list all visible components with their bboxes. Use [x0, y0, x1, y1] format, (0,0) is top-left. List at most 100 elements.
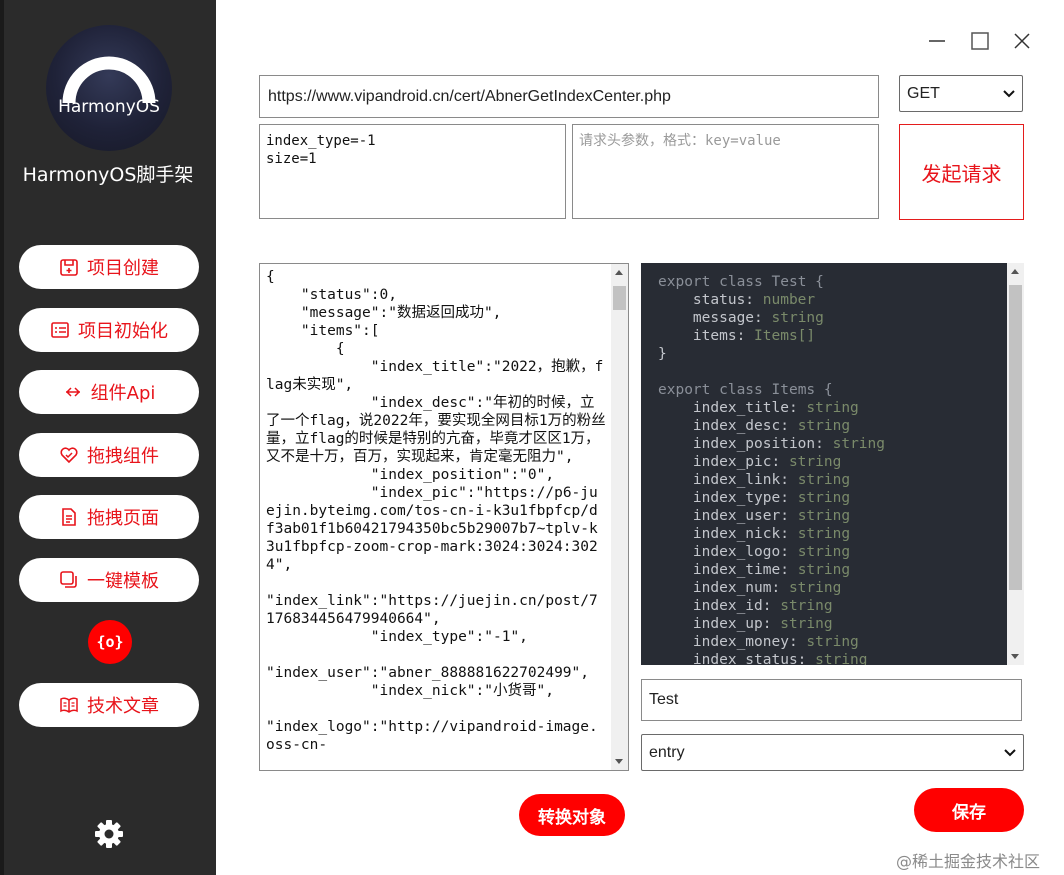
harmonyos-logo: HarmonyOS [46, 25, 172, 151]
drag-component-icon [59, 445, 79, 465]
close-icon[interactable] [1011, 30, 1033, 52]
sidebar-item-label: 项目创建 [87, 258, 159, 279]
scroll-thumb[interactable] [613, 286, 626, 310]
project-create-icon [59, 257, 79, 277]
logo-text: HarmonyOS [58, 97, 160, 117]
code-line: index_user: string [658, 507, 885, 525]
code-token: items: [658, 328, 755, 344]
code-token: export class [658, 274, 772, 290]
code-line: message: string [658, 309, 885, 327]
code-token: index_type: [658, 490, 798, 506]
code-line: index_id: string [658, 597, 885, 615]
method-select[interactable]: GET [899, 75, 1023, 112]
code-token: status: [658, 292, 763, 308]
send-request-button[interactable]: 发起请求 [899, 124, 1024, 220]
scroll-down-arrow-icon[interactable] [615, 759, 623, 764]
method-value: GET [907, 84, 940, 102]
code-token: index_up: [658, 616, 781, 632]
maximize-icon[interactable] [969, 30, 991, 52]
component-api-icon [63, 382, 83, 402]
code-line: index_type: string [658, 489, 885, 507]
sidebar-item-label: 一键模板 [87, 571, 159, 592]
drag-page-icon [59, 507, 79, 527]
code-token: string [780, 616, 833, 632]
sidebar-item-label: 拖拽页面 [87, 508, 159, 529]
code-token: number [762, 292, 816, 308]
sidebar-item-drag-component[interactable]: 拖拽组件 [19, 433, 199, 477]
scroll-up-arrow-icon[interactable] [615, 270, 623, 275]
code-token: index_money: [658, 634, 807, 650]
code-line: index_num: string [658, 579, 885, 597]
code-line: items: Items[] [658, 327, 885, 345]
sidebar-item-project-create[interactable]: 项目创建 [19, 245, 199, 289]
code-token: index_link: [658, 472, 798, 488]
code-token: string [806, 400, 859, 416]
response-json-text: { "status":0, "message":"数据返回成功", "items… [266, 269, 606, 753]
code-token: string [815, 652, 868, 665]
project-init-icon [50, 320, 70, 340]
gear-icon[interactable] [92, 817, 126, 851]
response-json-textarea[interactable]: { "status":0, "message":"数据返回成功", "items… [259, 263, 629, 771]
code-token: string [797, 418, 851, 434]
code-token: index_time: [658, 562, 798, 578]
code-output-panel[interactable]: export class Test { status: number messa… [641, 263, 1024, 665]
scroll-down-arrow-icon[interactable] [1011, 654, 1019, 659]
code-scrollbar[interactable] [1007, 263, 1024, 665]
code-line: status: number [658, 291, 885, 309]
code-line: index_nick: string [658, 525, 885, 543]
code-token: index_logo: [658, 544, 798, 560]
code-token: Test [771, 274, 807, 290]
entry-select[interactable]: entry [641, 734, 1024, 771]
code-token: message: [658, 310, 772, 326]
url-input[interactable]: https://www.vipandroid.cn/cert/AbnerGetI… [259, 75, 879, 118]
code-line: export class Test { [658, 273, 885, 291]
code-line: index_time: string [658, 561, 885, 579]
save-button[interactable]: 保存 [914, 788, 1024, 832]
code-token: string [771, 310, 824, 326]
template-icon [59, 570, 79, 590]
sidebar-item-project-init[interactable]: 项目初始化 [19, 308, 199, 352]
watermark: @稀土掘金技术社区 [896, 852, 1041, 871]
code-token: { [806, 274, 824, 290]
class-name-input[interactable]: Test [641, 679, 1022, 721]
sidebar: HarmonyOS HarmonyOS脚手架 项目创建 项目初始化 组件Api … [0, 0, 216, 875]
code-line: } [658, 345, 885, 363]
code-line: index_status: string [658, 651, 885, 665]
code-line: index_position: string [658, 435, 885, 453]
chevron-down-icon [1004, 748, 1016, 756]
sidebar-item-label: 技术文章 [87, 696, 159, 717]
json-scrollbar[interactable] [611, 264, 628, 770]
minimize-icon[interactable] [926, 30, 948, 52]
params-textarea[interactable]: index_type=-1 size=1 [259, 124, 566, 219]
code-token: string [797, 526, 851, 542]
code-line: index_logo: string [658, 543, 885, 561]
api-object-icon[interactable]: {o} [88, 620, 132, 664]
code-token: index_title: [658, 400, 807, 416]
code-token: } [658, 346, 667, 362]
code-token: index_position: [658, 436, 833, 452]
sidebar-edge [0, 0, 4, 875]
app-title: HarmonyOS脚手架 [22, 164, 194, 186]
code-token: string [797, 544, 851, 560]
sidebar-item-articles[interactable]: 技术文章 [19, 683, 199, 727]
code-token: index_nick: [658, 526, 798, 542]
sidebar-item-drag-page[interactable]: 拖拽页面 [19, 495, 199, 539]
code-token: string [797, 562, 851, 578]
convert-object-button[interactable]: 转换对象 [519, 794, 625, 836]
chevron-down-icon [1003, 89, 1015, 97]
code-token: index_pic: [658, 454, 789, 470]
code-line: export class Items { [658, 381, 885, 399]
code-token: index_num: [658, 580, 789, 596]
sidebar-item-template[interactable]: 一键模板 [19, 558, 199, 602]
code-line: index_money: string [658, 633, 885, 651]
sidebar-item-component-api[interactable]: 组件Api [19, 370, 199, 414]
scroll-thumb[interactable] [1009, 285, 1022, 590]
code-token: index_id: [658, 598, 781, 614]
book-icon [59, 695, 79, 715]
headers-textarea[interactable]: 请求头参数，格式：key=value [572, 124, 879, 219]
code-token: { [815, 382, 833, 398]
scroll-up-arrow-icon[interactable] [1011, 269, 1019, 274]
code-token: string [788, 580, 842, 596]
code-token: index_status: [658, 652, 816, 665]
